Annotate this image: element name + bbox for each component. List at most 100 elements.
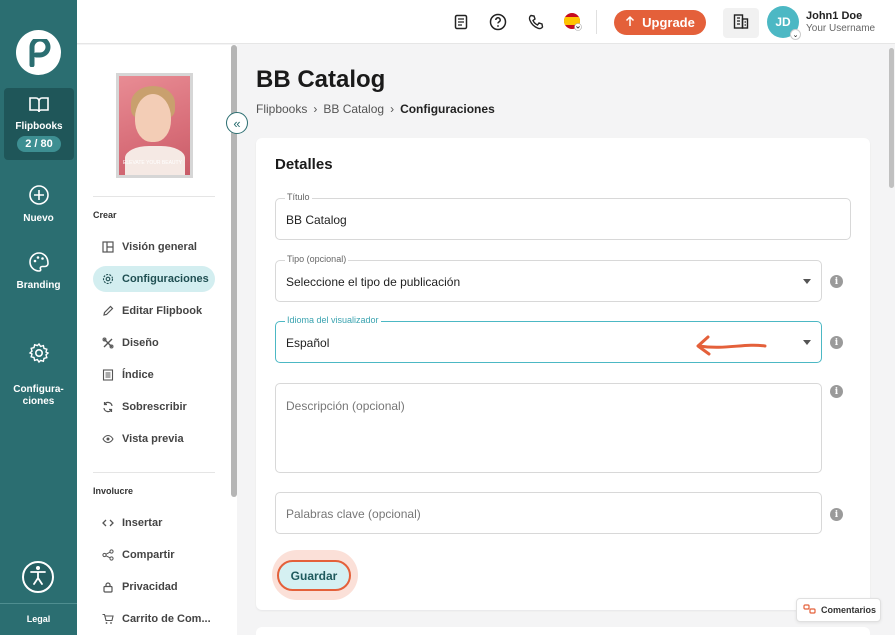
sidebar-item-vista-previa[interactable]: Vista previa <box>93 426 215 452</box>
user-name[interactable]: John1 Doe <box>806 10 862 22</box>
sidebar-divider <box>93 196 215 197</box>
sidebar-item-diseno[interactable]: Diseño <box>93 330 215 356</box>
app-logo[interactable] <box>16 30 61 75</box>
sidebar-item-sobrescribir[interactable]: Sobrescribir <box>93 394 215 420</box>
sidebar-item-privacidad[interactable]: Privacidad <box>93 574 215 600</box>
caret-down-icon <box>803 340 811 345</box>
breadcrumb: Flipbooks › BB Catalog › Configuraciones <box>256 102 495 116</box>
tools-icon <box>102 337 114 349</box>
primary-nav-rail: Flipbooks 2 / 80 Nuevo Branding Configur… <box>0 0 77 635</box>
rail-item-branding[interactable]: Branding <box>0 251 77 291</box>
sidebar-item-configuraciones[interactable]: Configuraciones <box>93 266 215 292</box>
rail-item-configuraciones[interactable]: Configura- ciones <box>0 318 77 408</box>
cover-image: ELEVATE YOUR BEAUTY <box>119 76 190 175</box>
plus-circle-icon <box>0 184 77 209</box>
breadcrumb-current: Configuraciones <box>400 102 495 116</box>
book-open-icon <box>4 94 74 117</box>
title-field[interactable]: Título BB Catalog <box>275 192 851 240</box>
layout-icon <box>102 241 114 253</box>
flipbook-thumbnail[interactable]: ELEVATE YOUR BEAUTY <box>116 73 193 178</box>
annotation-arrow <box>696 335 767 356</box>
sidebar-item-insertar[interactable]: Insertar <box>93 510 215 536</box>
refresh-icon <box>102 401 114 413</box>
sidebar-item-label: Configuraciones <box>122 273 209 285</box>
rail-item-label: Flipbooks <box>15 121 63 132</box>
sidebar-divider <box>93 472 215 473</box>
feedback-button[interactable]: Comentarios <box>796 598 881 622</box>
rail-item-label: Branding <box>16 280 61 291</box>
upgrade-label: Upgrade <box>642 15 695 30</box>
gear-icon <box>102 273 114 285</box>
next-card <box>256 627 870 635</box>
section-label-crear: Crear <box>93 210 117 220</box>
language-flag-icon[interactable] <box>563 12 583 32</box>
rail-item-label: Configura- ciones <box>13 384 64 407</box>
top-bar: Upgrade JD ⌄ John1 Doe Your Username <box>77 0 895 44</box>
legal-link[interactable]: Legal <box>0 614 77 624</box>
help-icon[interactable] <box>488 12 508 32</box>
breadcrumb-link-bb-catalog[interactable]: BB Catalog <box>323 102 384 116</box>
avatar-initials: JD <box>775 15 791 29</box>
info-icon[interactable]: i <box>830 336 843 349</box>
sidebar-item-label: Sobrescribir <box>122 401 187 413</box>
flipbook-count-badge: 2 / 80 <box>17 136 61 152</box>
title-field-label: Título <box>285 192 312 202</box>
pencil-icon <box>102 305 114 317</box>
building-icon <box>733 13 749 34</box>
viewer-language-value: Español <box>286 336 330 350</box>
share-icon <box>102 549 114 561</box>
collapse-sidebar-button[interactable]: « <box>226 112 248 134</box>
document-icon[interactable] <box>451 12 471 32</box>
rail-item-nuevo[interactable]: Nuevo <box>0 184 77 224</box>
code-icon <box>102 517 114 529</box>
sidebar-item-label: Insertar <box>122 517 163 529</box>
sidebar-item-editar-flipbook[interactable]: Editar Flipbook <box>93 298 215 324</box>
title-field-value: BB Catalog <box>286 213 347 227</box>
topbar-divider <box>596 10 597 34</box>
chevron-down-icon: ⌄ <box>790 29 801 40</box>
description-placeholder: Descripción (opcional) <box>286 399 405 413</box>
sidebar-item-label: Índice <box>122 369 154 381</box>
sidebar-item-label: Vista previa <box>122 433 184 445</box>
sidebar-item-compartir[interactable]: Compartir <box>93 542 215 568</box>
sidebar-item-label: Carrito de Com... <box>122 613 211 625</box>
feedback-icon <box>803 603 817 617</box>
type-select-label: Tipo (opcional) <box>285 254 349 264</box>
eye-icon <box>102 433 114 445</box>
user-avatar[interactable]: JD ⌄ <box>767 6 801 40</box>
info-icon[interactable]: i <box>830 508 843 521</box>
sidebar-item-indice[interactable]: Índice <box>93 362 215 388</box>
sidebar-item-vision-general[interactable]: Visión general <box>93 234 215 260</box>
rail-item-label: Nuevo <box>23 213 54 224</box>
phone-icon[interactable] <box>526 12 546 32</box>
sidebar-item-label: Compartir <box>122 549 175 561</box>
viewer-language-label: Idioma del visualizador <box>285 315 381 325</box>
description-textarea[interactable]: Descripción (opcional) <box>275 383 822 473</box>
info-icon[interactable]: i <box>830 385 843 398</box>
type-select[interactable]: Tipo (opcional) Seleccione el tipo de pu… <box>275 254 822 302</box>
chevrons-left-icon: « <box>233 115 241 131</box>
gear-icon <box>0 330 77 368</box>
accessibility-button[interactable] <box>22 561 54 593</box>
keywords-input[interactable]: Palabras clave (opcional) <box>275 492 822 534</box>
save-button[interactable]: Guardar <box>277 560 351 591</box>
cover-caption: ELEVATE YOUR BEAUTY <box>123 160 182 166</box>
sidebar-item-label: Privacidad <box>122 581 178 593</box>
sidebar-item-carrito[interactable]: Carrito de Com... <box>93 606 215 632</box>
palette-icon <box>0 251 77 276</box>
cart-icon <box>102 613 114 625</box>
chevron-right-icon: › <box>390 102 395 116</box>
rail-item-flipbooks[interactable]: Flipbooks 2 / 80 <box>4 88 74 160</box>
main-scrollbar[interactable] <box>889 48 894 188</box>
keywords-placeholder: Palabras clave (opcional) <box>286 507 421 521</box>
sidebar-item-label: Editar Flipbook <box>122 305 203 317</box>
rail-divider <box>0 603 77 604</box>
cover-face-shape <box>135 94 171 142</box>
sidebar-item-label: Diseño <box>122 337 159 349</box>
breadcrumb-link-flipbooks[interactable]: Flipbooks <box>256 102 307 116</box>
upgrade-button[interactable]: Upgrade <box>614 10 706 35</box>
flipbook-sidebar: ELEVATE YOUR BEAUTY Crear Visión general… <box>77 45 237 635</box>
company-switcher[interactable] <box>723 8 759 38</box>
info-icon[interactable]: i <box>830 275 843 288</box>
details-card: Detalles Título BB Catalog Tipo (opciona… <box>256 138 870 610</box>
